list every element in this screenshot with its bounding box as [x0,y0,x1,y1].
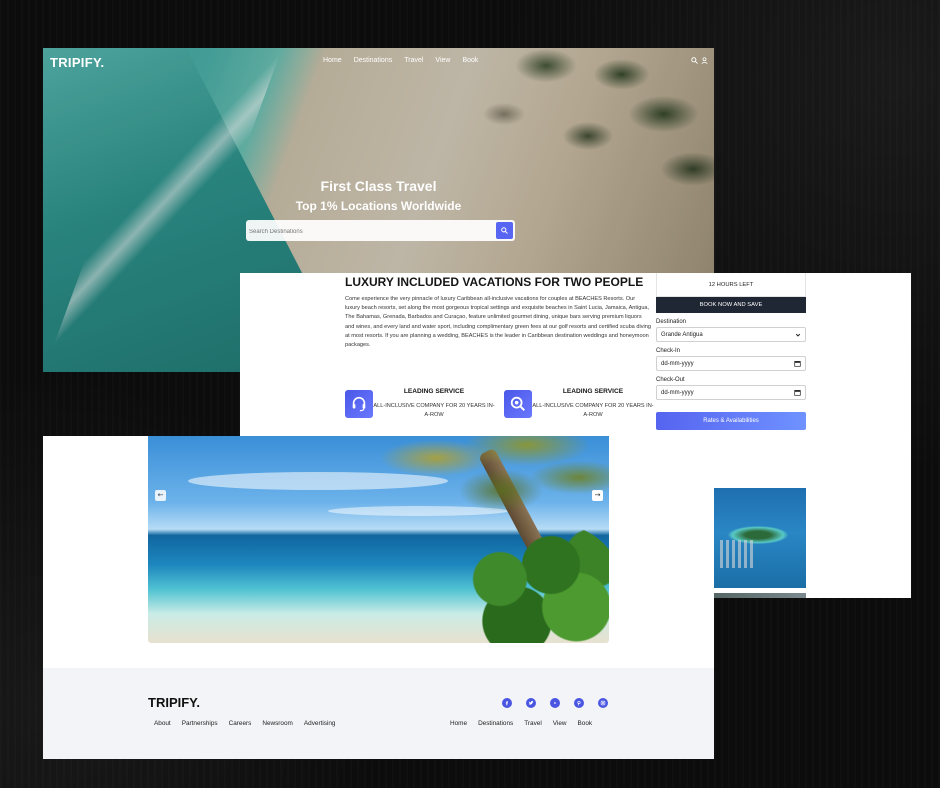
top-nav: Home Destinations Travel View Book [323,57,478,64]
section-description: Come experience the very pinnacle of lux… [345,296,651,349]
twitter-icon[interactable] [526,698,536,708]
feature-heading: LEADING SERVICE [562,388,624,395]
pinterest-icon[interactable] [574,698,584,708]
footer-link-partnerships[interactable]: Partnerships [182,720,218,727]
destination-search [246,220,515,243]
footer-link-newsroom[interactable]: Newsroom [262,720,293,727]
feature-heading: LEADING SERVICE [403,388,465,395]
destination-label: Destination [656,319,687,325]
footer-nav-destinations[interactable]: Destinations [478,720,513,727]
facebook-icon[interactable] [502,698,512,708]
rates-availabilities-button[interactable]: Rates & Availabilities [656,412,806,430]
footer-nav-travel[interactable]: Travel [524,720,542,727]
footer-nav-view[interactable]: View [553,720,567,727]
feature-text: ALL-INCLUSIVE COMPANY FOR 20 YEARS IN-A-… [532,403,654,418]
user-icon[interactable] [701,57,708,64]
footer-nav: Home Destinations Travel View Book [450,720,592,727]
footer-nav-book[interactable]: Book [578,720,593,727]
resort-thumbnail[interactable] [714,593,806,598]
checkout-label: Check-Out [656,377,685,383]
hero-subheadline: Top 1% Locations Worldwide [295,199,462,213]
search-icon[interactable] [691,57,698,64]
calendar-icon[interactable] [794,389,801,396]
nav-destinations[interactable]: Destinations [354,57,393,64]
booking-widget: 12 HOURS LEFT BOOK NOW AND SAVE Destinat… [656,273,806,430]
social-links [502,698,608,708]
youtube-icon[interactable] [550,698,560,708]
checkout-date-field[interactable]: dd-mm-yyyy [656,385,806,400]
footer-link-careers[interactable]: Careers [229,720,252,727]
search-button[interactable] [496,222,513,239]
destination-value: Grande Antigua [661,331,703,338]
footer-logo[interactable]: TRIPIFY. [148,695,200,710]
destination-select[interactable]: Grande Antigua [656,327,806,342]
resort-thumbnail[interactable] [714,488,806,588]
nav-book[interactable]: Book [462,57,478,64]
header-icons [691,57,708,64]
calendar-icon[interactable] [794,360,801,367]
search-icon [504,390,532,418]
nav-travel[interactable]: Travel [404,57,423,64]
checkin-date-field[interactable]: dd-mm-yyyy [656,356,806,371]
carousel-next-button[interactable]: → [592,490,603,501]
palm-fronds [358,436,609,536]
chevron-down-icon [795,333,801,337]
site-logo[interactable]: TRIPIFY. [50,55,104,70]
footer-link-about[interactable]: About [154,720,171,727]
footer-link-advertising[interactable]: Advertising [304,720,336,727]
footer-nav-home[interactable]: Home [450,720,467,727]
search-icon [501,227,508,234]
foliage [449,523,609,643]
nav-home[interactable]: Home [323,57,342,64]
checkin-label: Check-In [656,348,681,354]
feature-text: ALL-INCLUSIVE COMPANY FOR 20 YEARS IN-A-… [373,403,495,418]
countdown-timer: 12 HOURS LEFT [656,273,806,297]
footer-links: About Partnerships Careers Newsroom Adve… [154,720,336,727]
search-input[interactable] [246,221,486,243]
nav-view[interactable]: View [435,57,450,64]
section-title: LUXURY INCLUDED VACATIONS FOR TWO PEOPLE [345,275,644,289]
book-now-banner[interactable]: BOOK NOW AND SAVE [656,297,806,313]
carousel-slide: ← → [148,436,609,643]
carousel-prev-button[interactable]: ← [155,490,166,501]
site-footer: TRIPIFY. About Partnerships Careers News… [43,668,714,759]
hero-headline: First Class Travel [320,178,437,194]
headset-icon [345,390,373,418]
instagram-icon[interactable] [598,698,608,708]
gallery-footer-section: ← → TRIPIFY. About Partnerships Careers … [43,436,714,759]
